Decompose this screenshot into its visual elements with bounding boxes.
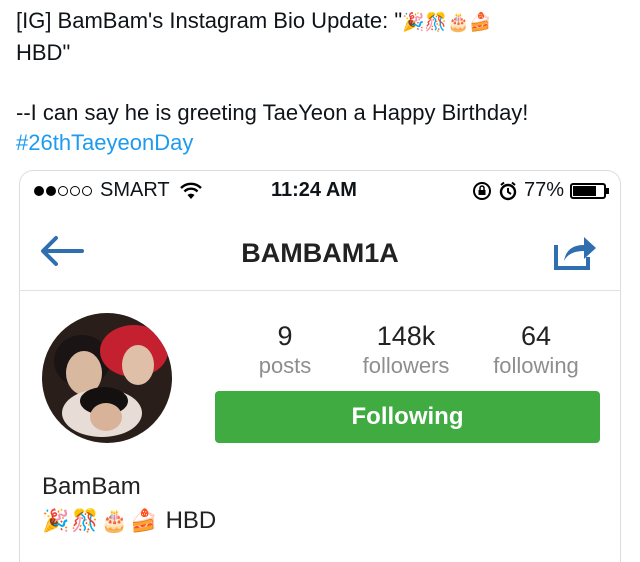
followers-stat[interactable]: 148k followers xyxy=(354,321,458,381)
posts-count: 9 xyxy=(277,321,293,351)
following-button[interactable]: Following xyxy=(215,391,600,443)
posts-stat[interactable]: 9 posts xyxy=(250,321,320,381)
followers-count: 148k xyxy=(376,321,436,351)
following-stat[interactable]: 64 following xyxy=(484,321,588,381)
status-right: 77% xyxy=(472,179,609,202)
following-count: 64 xyxy=(520,321,552,351)
posts-label: posts xyxy=(258,353,312,378)
battery-icon xyxy=(570,182,609,199)
tweet-line-3: --I can say he is greeting TaeYeon a Hap… xyxy=(16,100,529,125)
followers-label: followers xyxy=(362,353,450,378)
tweet-line-2: HBD" xyxy=(16,40,71,65)
tweet-text: [IG] BamBam's Instagram Bio Update: "🎉🎊🎂… xyxy=(16,6,624,158)
profile-bio: 🎉🎊🎂🍰 HBD xyxy=(42,507,216,535)
profile-navbar: BAMBAM1A xyxy=(20,211,620,291)
status-time: 11:24 AM xyxy=(271,179,357,201)
tweet-title: [IG] BamBam's Instagram Bio Update: " xyxy=(16,8,403,33)
carrier-info: SMART xyxy=(34,179,202,202)
tweet-emojis: 🎉🎊🎂🍰 xyxy=(402,12,492,33)
share-icon[interactable] xyxy=(552,231,598,271)
profile-username: BAMBAM1A xyxy=(241,238,399,268)
tweet-line-1: [IG] BamBam's Instagram Bio Update: "🎉🎊🎂… xyxy=(16,6,624,38)
battery-percent: 77% xyxy=(523,179,564,201)
signal-dot xyxy=(82,185,92,196)
profile-avatar[interactable] xyxy=(42,313,172,443)
carrier-name: SMART xyxy=(100,179,170,201)
signal-dot xyxy=(58,185,68,196)
wifi-icon xyxy=(179,182,202,199)
signal-dot xyxy=(70,185,80,196)
profile-display-name: BamBam xyxy=(42,473,141,500)
rotation-lock-icon xyxy=(472,181,491,200)
signal-dot xyxy=(46,185,56,196)
bio-emojis: 🎉🎊🎂🍰 xyxy=(42,508,160,534)
instagram-screenshot: SMART 11:24 AM 77% BAMBAM1A 9 posts 148k… xyxy=(19,170,621,562)
following-label: following xyxy=(493,353,579,378)
hashtag-link[interactable]: #26thTaeyeonDay xyxy=(16,128,624,158)
status-bar: SMART 11:24 AM 77% xyxy=(20,171,620,211)
signal-dot xyxy=(34,185,44,196)
alarm-icon xyxy=(499,181,517,200)
bio-text: HBD xyxy=(165,507,217,534)
